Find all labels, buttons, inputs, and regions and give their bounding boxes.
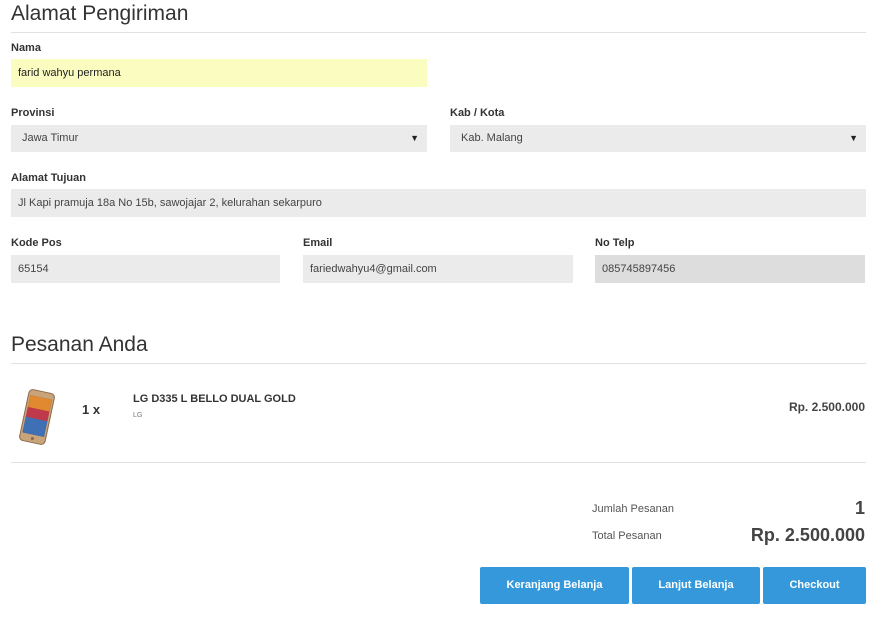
postal-code-field[interactable] [11,255,280,283]
item-quantity: 1 x [82,402,101,417]
item-divider [11,462,866,463]
province-selected-value: Jawa Timur [22,132,79,144]
order-section-title: Pesanan Anda [11,333,148,356]
shipping-divider [11,32,866,33]
item-price: Rp. 2.500.000 [788,400,865,414]
province-label: Provinsi [11,107,55,119]
checkout-button[interactable]: Checkout [763,567,866,604]
product-name: LG D335 L BELLO DUAL GOLD [133,393,296,405]
product-brand: LG [133,412,143,419]
order-divider [11,363,866,364]
order-total-label: Total Pesanan [592,530,662,542]
address-label: Alamat Tujuan [11,172,86,184]
postal-code-label: Kode Pos [11,237,62,249]
continue-shopping-button[interactable]: Lanjut Belanja [632,567,760,604]
order-total-value: Rp. 2.500.000 [750,525,865,545]
smartphone-icon [19,389,55,445]
chevron-down-icon: ▼ [849,133,858,143]
address-field[interactable] [11,189,866,217]
city-select[interactable]: Kab. Malang ▼ [450,125,866,152]
city-label: Kab / Kota [450,107,505,119]
order-count-value: 1 [854,498,865,518]
email-label: Email [303,237,333,249]
name-label: Nama [11,42,41,54]
phone-label: No Telp [595,237,635,249]
shipping-section-title: Alamat Pengiriman [11,2,189,25]
chevron-down-icon: ▼ [410,133,419,143]
order-count-label: Jumlah Pesanan [592,503,674,515]
phone-field[interactable] [595,255,865,283]
shopping-cart-button[interactable]: Keranjang Belanja [480,567,629,604]
email-field[interactable] [303,255,573,283]
city-selected-value: Kab. Malang [461,132,523,144]
province-select[interactable]: Jawa Timur ▼ [11,125,427,152]
name-field[interactable] [11,59,427,87]
